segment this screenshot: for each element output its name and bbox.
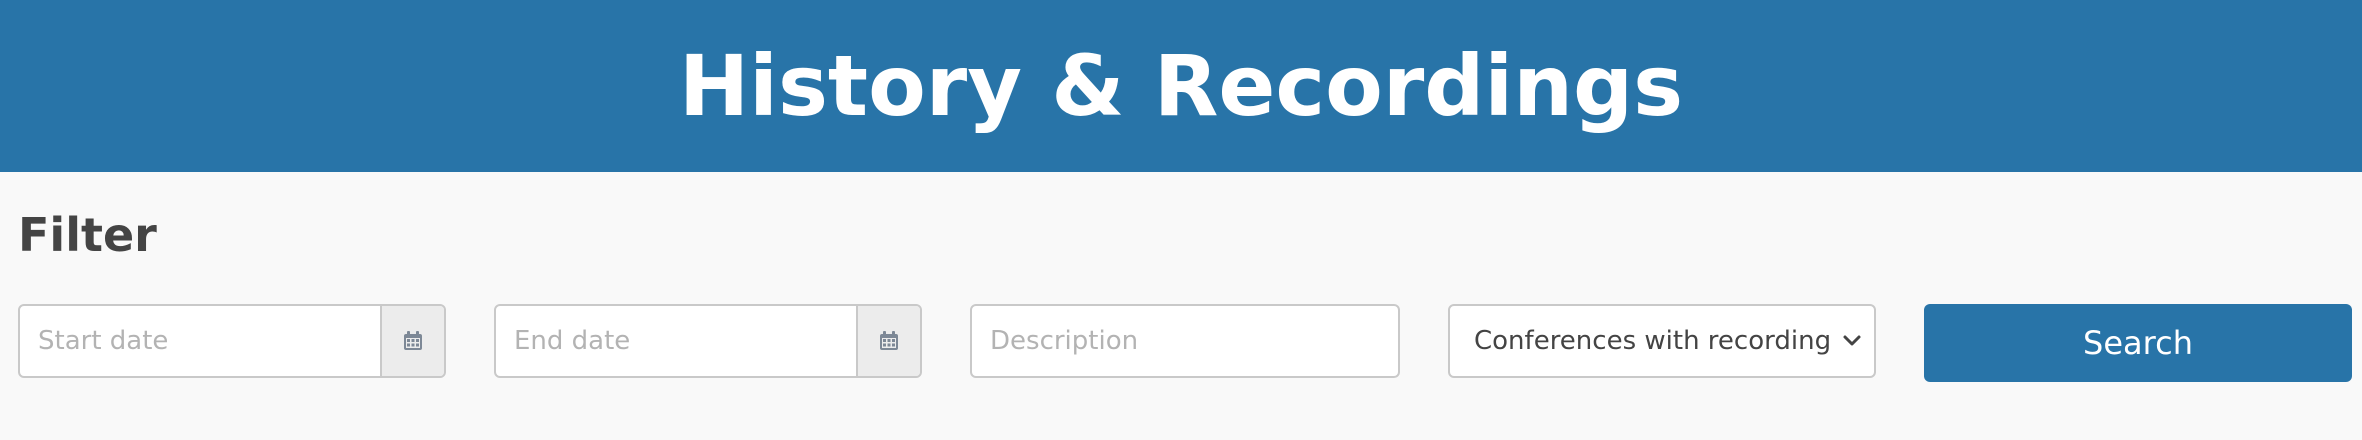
start-date-field (18, 304, 446, 378)
description-input[interactable] (972, 306, 1398, 376)
start-date-calendar-button[interactable] (380, 306, 444, 376)
chevron-down-icon (1830, 334, 1874, 348)
recordings-select-value: Conferences with recordings only (1474, 326, 1830, 356)
recordings-select[interactable]: Conferences with recordings only (1448, 304, 1876, 378)
start-date-input[interactable] (20, 306, 380, 376)
description-field (970, 304, 1400, 378)
end-date-input[interactable] (496, 306, 856, 376)
page-header: History & Recordings (0, 0, 2362, 172)
end-date-field (494, 304, 922, 378)
page-title: History & Recordings (678, 37, 1684, 135)
filter-heading: Filter (18, 208, 157, 262)
calendar-icon (404, 331, 422, 350)
calendar-icon (880, 331, 898, 350)
end-date-calendar-button[interactable] (856, 306, 920, 376)
search-button[interactable]: Search (1924, 304, 2352, 382)
